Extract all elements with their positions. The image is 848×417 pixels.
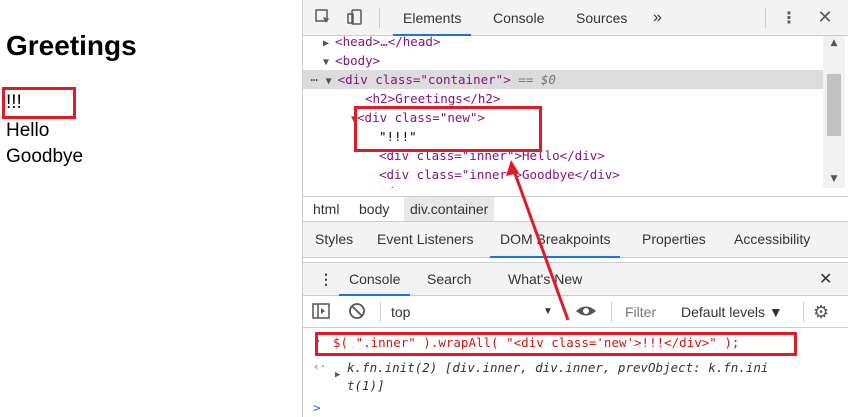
drawer-tab-whats-new[interactable]: What's New: [498, 263, 592, 296]
close-drawer-icon[interactable]: ✕: [809, 263, 842, 296]
tab-event-listeners[interactable]: Event Listeners: [367, 222, 484, 258]
page-heading: Greetings: [6, 30, 137, 61]
dom-node-body[interactable]: ▼ <body>: [303, 51, 823, 70]
context-dropdown-icon[interactable]: ▼: [543, 301, 553, 323]
result-arrow-icon: ‹·: [313, 360, 327, 373]
annotation-box-page: [2, 87, 76, 119]
goodbye-text: Goodbye: [6, 146, 84, 167]
console-toolbar: top ▼ Filter Default levels ▼ ⚙: [303, 296, 848, 328]
context-select[interactable]: top: [391, 301, 410, 323]
annotation-box-console: [315, 332, 797, 356]
log-levels-select[interactable]: Default levels ▼: [681, 301, 783, 323]
more-tabs-icon[interactable]: »: [643, 0, 672, 36]
device-toolbar-icon[interactable]: [345, 8, 365, 28]
console-result-line-2[interactable]: t(1)]: [347, 378, 385, 393]
rendered-page: Greetings !!! Hello Goodbye: [0, 0, 302, 417]
annotation-box-dom: [354, 106, 542, 152]
tab-sources[interactable]: Sources: [566, 0, 637, 36]
inspect-element-icon[interactable]: [313, 8, 333, 28]
scroll-down-icon[interactable]: ▼: [823, 174, 845, 184]
dom-node-container[interactable]: ⋯ ▼ <div class="container"> == $0: [303, 70, 823, 89]
hello-text: Hello: [6, 120, 50, 141]
tab-accessibility[interactable]: Accessibility: [724, 222, 820, 258]
drawer-tab-search[interactable]: Search: [417, 263, 481, 296]
filter-input[interactable]: Filter: [625, 301, 656, 323]
breadcrumb: html body div.container: [303, 196, 848, 222]
devtools-toolbar: Elements Console Sources » ⋮ ✕: [303, 0, 848, 36]
tab-properties[interactable]: Properties: [632, 222, 716, 258]
close-devtools-icon[interactable]: ✕: [815, 8, 835, 28]
drawer-menu-icon[interactable]: ⋮: [309, 263, 343, 296]
sidebar-tabs: Styles Event Listeners DOM Breakpoints P…: [303, 222, 848, 258]
drawer-tabbar: ⋮ Console Search What's New ✕: [303, 262, 848, 296]
scroll-up-icon[interactable]: ▲: [823, 38, 845, 48]
show-sidebar-icon[interactable]: [311, 301, 333, 323]
tab-dom-breakpoints[interactable]: DOM Breakpoints: [490, 222, 621, 258]
breadcrumb-body[interactable]: body: [353, 197, 395, 221]
live-expression-eye-icon[interactable]: [575, 301, 599, 323]
dom-node-head[interactable]: ▶ <head>…</head>: [303, 36, 823, 51]
console-result-line-1[interactable]: k.fn.init(2) [div.inner, div.inner, prev…: [347, 360, 768, 375]
devtools-panel: Elements Console Sources » ⋮ ✕ ▶ <head>……: [302, 0, 848, 417]
console-settings-gear-icon[interactable]: ⚙: [813, 301, 829, 323]
dom-node-partial: </: [303, 182, 823, 188]
clear-console-icon[interactable]: [347, 301, 369, 323]
drawer-tab-console[interactable]: Console: [339, 263, 411, 296]
breadcrumb-html[interactable]: html: [307, 197, 345, 221]
tab-styles[interactable]: Styles: [305, 222, 363, 258]
more-options-icon[interactable]: ⋮: [779, 8, 799, 28]
dom-scrollbar[interactable]: ▲ ▼: [823, 36, 845, 188]
tab-console[interactable]: Console: [483, 0, 554, 36]
tab-elements[interactable]: Elements: [393, 0, 472, 36]
breadcrumb-div-container[interactable]: div.container: [404, 197, 495, 221]
console-prompt[interactable]: >: [313, 400, 321, 415]
expand-result-icon[interactable]: ▶: [335, 370, 340, 380]
scroll-thumb[interactable]: [827, 74, 841, 136]
